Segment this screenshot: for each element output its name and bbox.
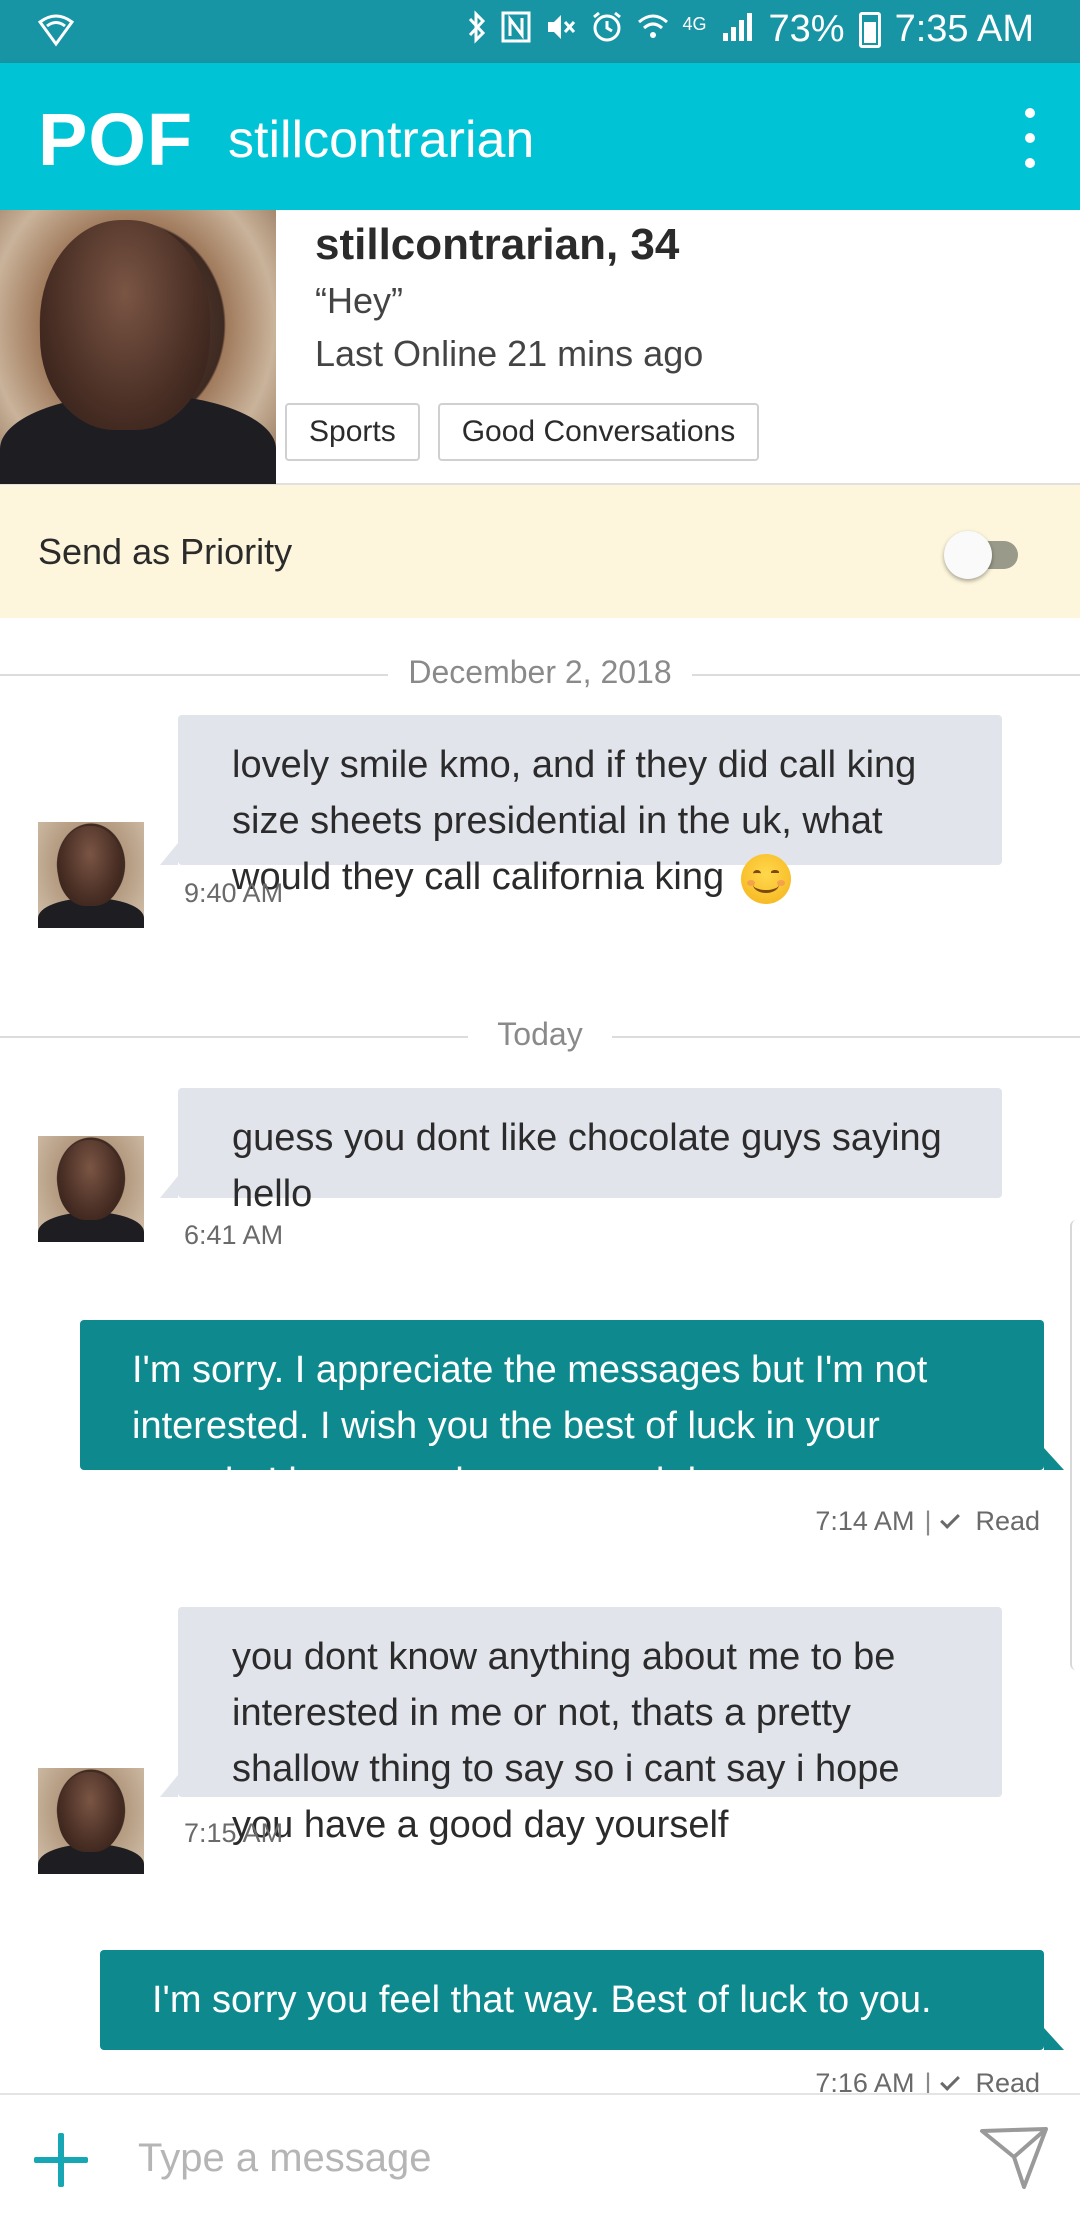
date-divider-label: December 2, 2018 [408,654,672,690]
read-check-icon [940,2070,961,2091]
sender-avatar[interactable] [38,822,144,928]
pof-logo[interactable]: POF [38,97,193,182]
conversation-thread[interactable]: December 2, 2018 lovely smile kmo, and i… [0,618,1080,2093]
message-text: guess you dont like chocolate guys sayin… [232,1117,942,1215]
message-text: I'm sorry. I appreciate the messages but… [132,1349,928,1503]
bluetooth-icon [467,10,487,49]
priority-label: Send as Priority [38,531,293,572]
app-bar-title[interactable]: stillcontrarian [228,110,534,170]
smiling-face-emoji-icon [740,853,791,904]
app-bar: POF stillcontrarian [0,63,1080,210]
message-time: 7:16 AM [815,2068,915,2093]
tag-sports: Sports [285,403,420,461]
mute-icon [545,10,577,49]
read-check-icon [940,1508,961,1529]
priority-toggle[interactable] [944,531,1022,579]
date-divider-label: Today [497,1016,583,1052]
date-divider: Today [0,1016,1080,1056]
more-vert-icon[interactable] [1020,108,1040,168]
incoming-message[interactable]: guess you dont like chocolate guys sayin… [160,1088,1002,1215]
sender-avatar[interactable] [38,1136,144,1242]
message-meta: 7:16 AM | Read [815,2068,1040,2093]
message-time: 7:15 AM [184,1818,284,1848]
wifi-icon [637,10,669,49]
outgoing-message[interactable]: I'm sorry you feel that way. Best of luc… [100,1950,1064,2050]
status-bar: 4G 73% 7:35 AM [0,0,1080,63]
message-text: you dont know anything about me to be in… [232,1636,900,1846]
read-status: Read [975,2068,1040,2093]
message-text: I'm sorry you feel that way. Best of luc… [152,1979,932,2021]
last-online-status: Last Online 21 mins ago [315,333,704,374]
profile-photo[interactable] [0,210,276,484]
battery-icon [858,11,881,48]
outgoing-message[interactable]: I'm sorry. I appreciate the messages but… [80,1320,1064,1503]
date-divider: December 2, 2018 [0,654,1080,694]
signal-icon [721,11,755,48]
message-time: 9:40 AM [184,878,284,908]
tag-good-conversations: Good Conversations [437,403,760,461]
alarm-icon [591,10,623,49]
message-time: 6:41 AM [184,1220,284,1250]
message-input[interactable] [138,2125,938,2191]
priority-bar: Send as Priority [0,485,1080,618]
profile-headline: “Hey” [315,280,403,321]
send-icon[interactable] [978,2123,1050,2191]
read-status: Read [975,1506,1040,1536]
wifi-shield-icon [36,12,76,53]
battery-percent: 73% [768,8,845,50]
profile-name: stillcontrarian, 34 [315,220,680,269]
nfc-icon [501,10,531,49]
network-type: 4G [682,14,707,34]
message-composer [0,2093,1080,2220]
incoming-message[interactable]: you dont know anything about me to be in… [160,1607,1002,1846]
message-text: lovely smile kmo, and if they did call k… [232,744,917,898]
incoming-message[interactable]: lovely smile kmo, and if they did call k… [160,715,1002,904]
clock: 7:35 AM [894,8,1034,50]
plus-icon[interactable] [34,2133,88,2187]
message-meta: 7:14 AM | Read [815,1506,1040,1536]
interest-tags: Sports Good Conversations [285,403,760,461]
message-time: 7:14 AM [815,1506,915,1536]
sender-avatar[interactable] [38,1768,144,1874]
profile-header[interactable]: stillcontrarian, 34 “Hey” Last Online 21… [0,210,1080,485]
scrollbar[interactable] [1070,1220,1080,1670]
